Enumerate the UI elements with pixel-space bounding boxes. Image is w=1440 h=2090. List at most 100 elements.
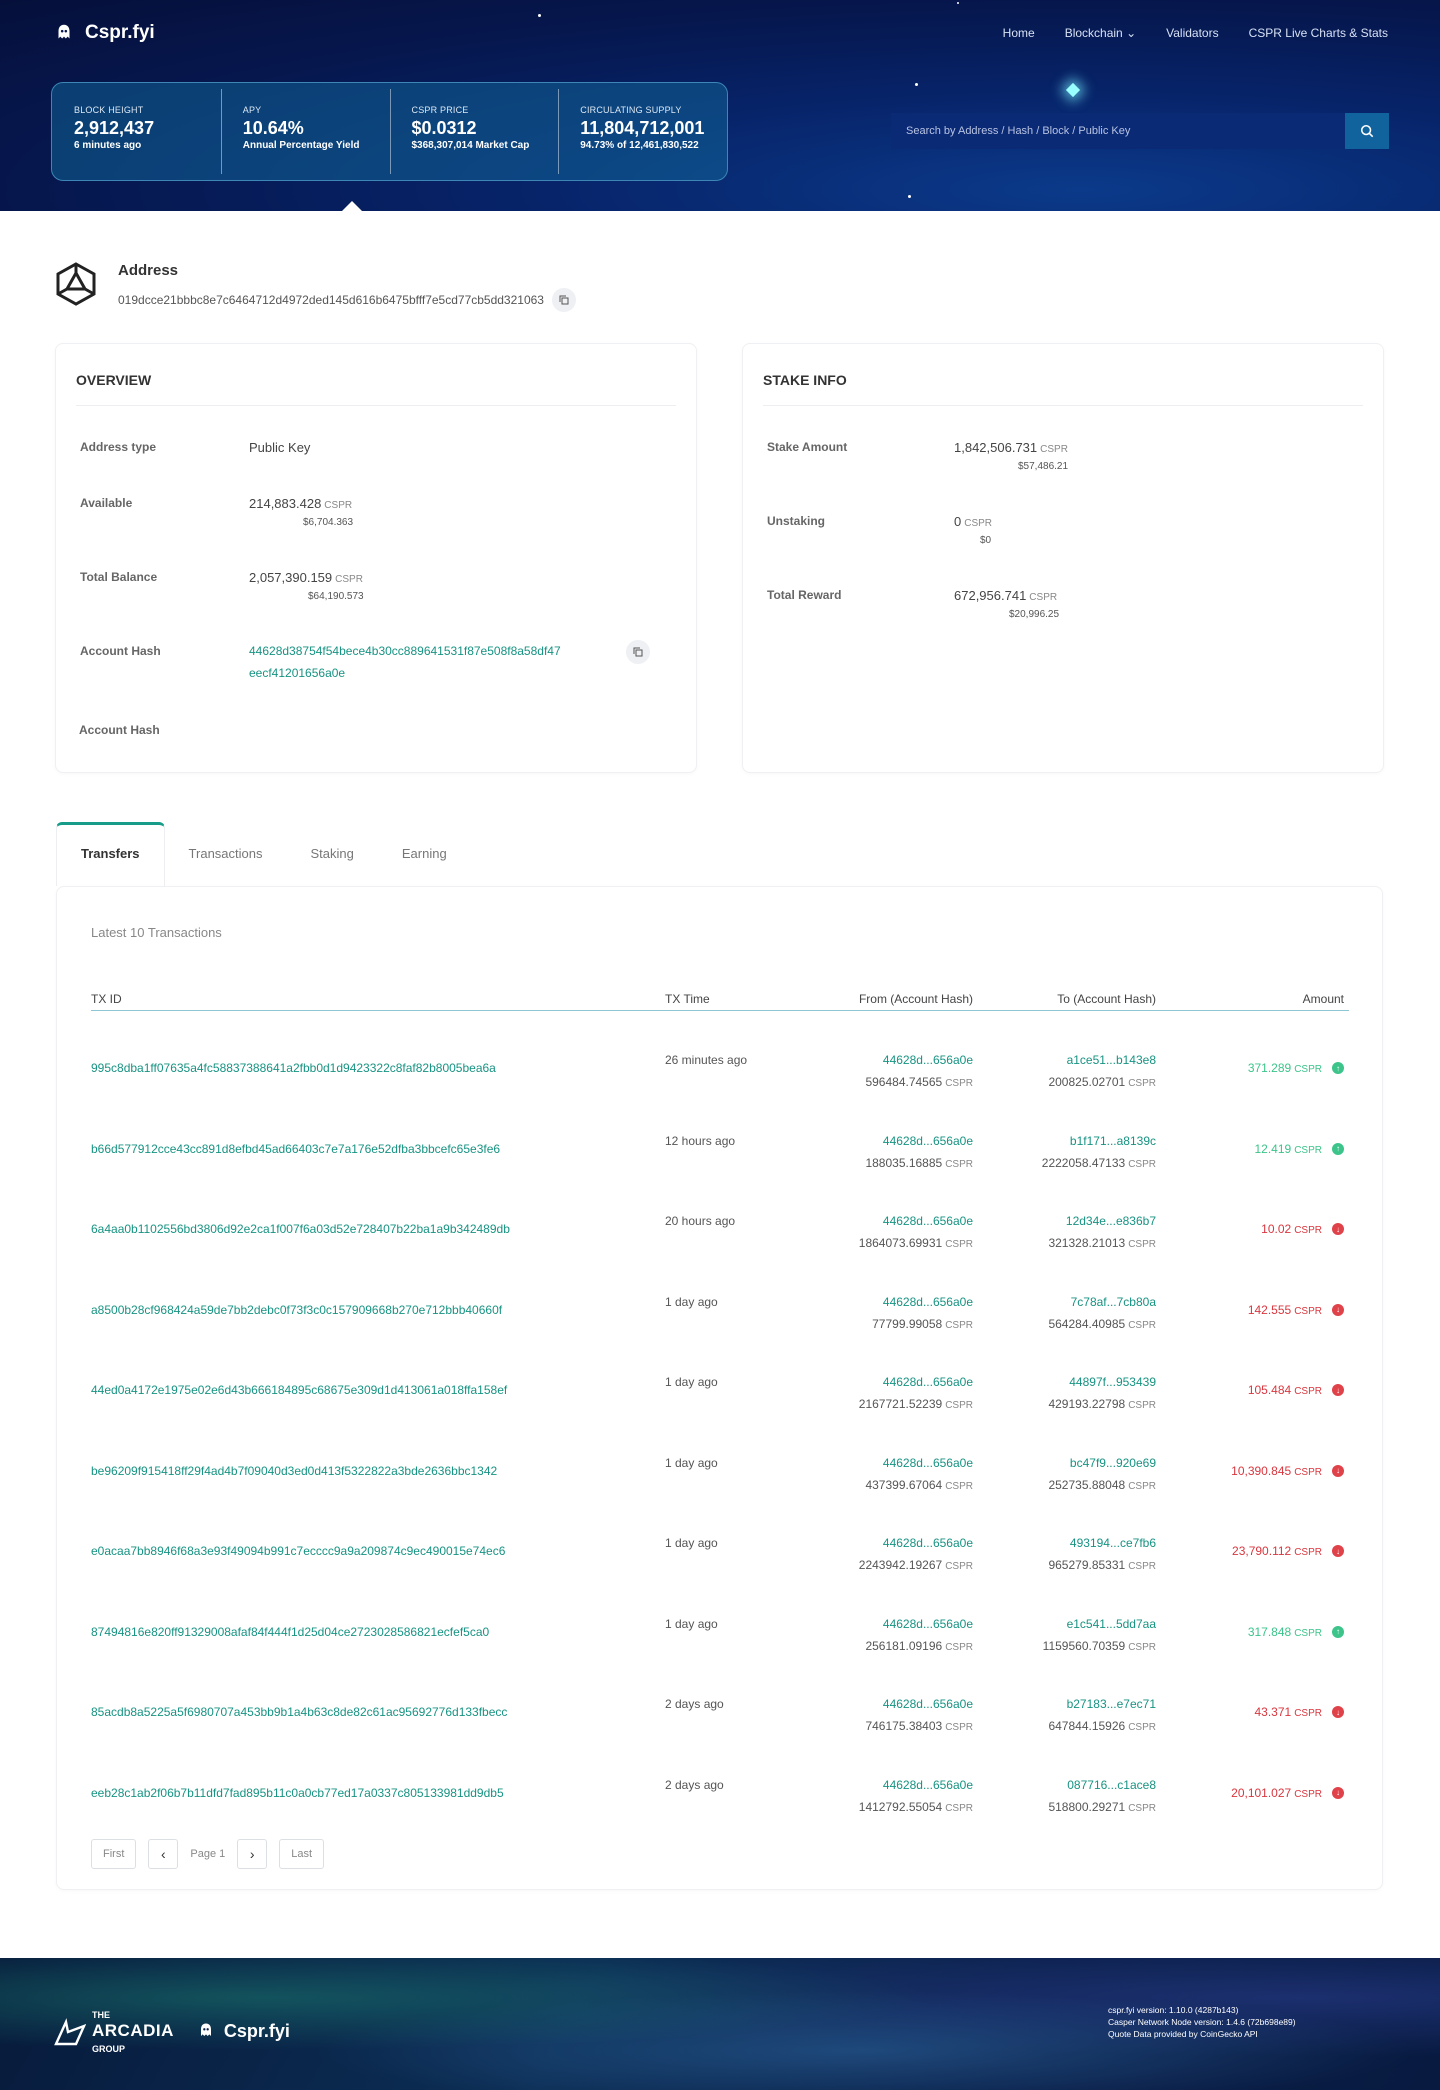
to-account-link[interactable]: 7c78af...7cb80a bbox=[1071, 1295, 1156, 1309]
to-balance: 965279.85331 bbox=[1048, 1558, 1126, 1572]
arcadia-name: ARCADIA bbox=[92, 2021, 174, 2040]
from-balance: 1412792.55054 bbox=[858, 1799, 943, 1814]
next-page-button[interactable]: › bbox=[237, 1839, 268, 1869]
unit-label: CSPR bbox=[945, 1239, 973, 1250]
from-account-link[interactable]: 44628d...656a0e bbox=[883, 1134, 973, 1148]
tx-time: 1 day ago bbox=[665, 1294, 718, 1309]
tx-amount: 10.02 CSPR ↓ bbox=[1261, 1222, 1344, 1236]
arrow-down-icon: ↓ bbox=[1332, 1706, 1344, 1718]
tx-amount: 105.484 CSPR ↓ bbox=[1248, 1383, 1344, 1397]
from-account-link[interactable]: 44628d...656a0e bbox=[883, 1375, 973, 1389]
nav-blockchain[interactable]: Blockchain ⌄ bbox=[1065, 26, 1136, 40]
stat-price: CSPR PRICE $0.0312 $368,307,014 Market C… bbox=[389, 83, 559, 180]
arrow-down-icon: ↓ bbox=[1332, 1223, 1344, 1235]
tx-time: 2 days ago bbox=[665, 1777, 724, 1792]
tx-id-link[interactable]: e0acaa7bb8946f68a3e93f49094b991c7ecccc9a… bbox=[91, 1544, 505, 1558]
from-account-link[interactable]: 44628d...656a0e bbox=[883, 1053, 973, 1067]
stake-usd: $57,486.21 bbox=[1018, 461, 1069, 472]
tx-id-link[interactable]: 995c8dba1ff07635a4fc58837388641a2fbb0d1d… bbox=[91, 1061, 496, 1075]
prev-page-button[interactable]: ‹ bbox=[148, 1839, 179, 1869]
to-balance: 564284.40985 bbox=[1048, 1316, 1126, 1331]
table-caption: Latest 10 Transactions bbox=[91, 925, 222, 940]
tab-staking[interactable]: Staking bbox=[286, 822, 377, 886]
arrow-up-icon: ↑ bbox=[1332, 1062, 1344, 1074]
tx-id-link[interactable]: 87494816e820ff91329008afaf84f444f1d25d04… bbox=[91, 1625, 489, 1639]
tx-id-link[interactable]: be96209f915418ff29f4ad4b7f09040d3ed0d413… bbox=[91, 1464, 497, 1478]
copy-account-hash-button[interactable] bbox=[626, 640, 650, 664]
tx-amount: 20,101.027 CSPR ↓ bbox=[1231, 1786, 1344, 1800]
unit-label: CSPR bbox=[1294, 1144, 1322, 1156]
to-account-link[interactable]: 44897f...953439 bbox=[1069, 1375, 1156, 1389]
tx-id-link[interactable]: 85acdb8a5225a5f6980707a453bb9b1a4b63c8de… bbox=[91, 1705, 507, 1719]
stake-info-card: STAKE INFO Stake Amount 1,842,506.731 CSP… bbox=[742, 343, 1384, 773]
amount-value: 105.484 bbox=[1247, 1383, 1292, 1397]
last-page-button[interactable]: Last bbox=[279, 1839, 325, 1869]
arrow-down-icon: ↓ bbox=[1332, 1303, 1344, 1316]
from-account-link[interactable]: 44628d...656a0e bbox=[883, 1456, 973, 1470]
tab-earning[interactable]: Earning bbox=[378, 822, 471, 886]
tx-to: 44897f...953439 429193.22798 CSPR bbox=[1048, 1375, 1156, 1411]
to-account-link[interactable]: b1f171...a8139c bbox=[1070, 1134, 1156, 1148]
tx-id-link[interactable]: a8500b28cf968424a59de7bb2debc0f73f3c0c15… bbox=[91, 1303, 502, 1317]
copy-public-key-button[interactable] bbox=[551, 288, 576, 312]
footer-brand-name: Cspr.fyi bbox=[223, 2020, 290, 2041]
col-time: TX Time bbox=[665, 992, 710, 1006]
to-account-link[interactable]: 12d34e...e836b7 bbox=[1066, 1214, 1156, 1228]
unit-label: CSPR bbox=[945, 1641, 973, 1653]
from-account-link[interactable]: 44628d...656a0e bbox=[883, 1295, 973, 1309]
stat-apy: APY 10.64% Annual Percentage Yield bbox=[220, 83, 390, 180]
unit-label: CSPR bbox=[1294, 1225, 1322, 1236]
table-row: b66d577912cce43cc891d8efbd45ad66403c7e7a… bbox=[91, 1124, 1349, 1180]
nav-charts[interactable]: CSPR Live Charts & Stats bbox=[1249, 26, 1388, 40]
unit-label: CSPR bbox=[1128, 1561, 1156, 1572]
stat-value: 10.64% bbox=[242, 118, 304, 138]
search-button[interactable] bbox=[1345, 113, 1389, 149]
first-page-button[interactable]: First bbox=[91, 1839, 137, 1869]
to-balance: 321328.21013 bbox=[1048, 1236, 1126, 1250]
arrow-down-icon: ↓ bbox=[1332, 1786, 1344, 1799]
account-hash-link[interactable]: 44628d38754f54bece4b30cc889641531f87e508… bbox=[249, 644, 561, 680]
tab-transactions[interactable]: Transactions bbox=[165, 822, 287, 886]
to-account-link[interactable]: 493194...ce7fb6 bbox=[1070, 1536, 1156, 1550]
tx-time: 1 day ago bbox=[665, 1455, 718, 1470]
to-account-link[interactable]: a1ce51...b143e8 bbox=[1067, 1053, 1156, 1067]
to-account-link[interactable]: 087716...c1ace8 bbox=[1067, 1778, 1156, 1792]
footer-brand-logo[interactable]: Cspr.fyi bbox=[196, 2021, 290, 2042]
copy-icon bbox=[633, 647, 643, 657]
brand-logo[interactable]: Cspr.fyi bbox=[53, 22, 155, 44]
arcadia-the: THE bbox=[92, 2010, 110, 2020]
stat-value: 2,912,437 bbox=[74, 118, 155, 138]
tx-from: 44628d...656a0e 188035.16885 CSPR bbox=[865, 1134, 973, 1170]
to-account-link[interactable]: e1c541...5dd7aa bbox=[1067, 1617, 1156, 1631]
to-account-link[interactable]: bc47f9...920e69 bbox=[1070, 1456, 1156, 1470]
tx-id-link[interactable]: eeb28c1ab2f06b7b11dfd7fad895b11c0a0cb77e… bbox=[91, 1786, 504, 1800]
arcadia-logo[interactable]: THE ARCADIA GROUP bbox=[54, 2006, 174, 2056]
unit-label: CSPR bbox=[1128, 1802, 1156, 1814]
to-balance: 429193.22798 bbox=[1048, 1397, 1126, 1411]
from-account-link[interactable]: 44628d...656a0e bbox=[883, 1697, 973, 1711]
from-account-link[interactable]: 44628d...656a0e bbox=[883, 1536, 973, 1550]
tx-id-link[interactable]: 44ed0a4172e1975e02e6d43b666184895c68675e… bbox=[91, 1383, 507, 1397]
search-input[interactable] bbox=[891, 113, 1345, 149]
table-row: eeb28c1ab2f06b7b11dfd7fad895b11c0a0cb77e… bbox=[91, 1768, 1349, 1824]
tx-amount: 12.419 CSPR ↑ bbox=[1255, 1142, 1344, 1156]
account-hash-line: 44628d38754f54bece4b30cc889641531f87e508… bbox=[249, 644, 561, 658]
tx-id-link[interactable]: 6a4aa0b1102556bd3806d92e2ca1f007f6a03d52… bbox=[91, 1222, 510, 1236]
nav-home[interactable]: Home bbox=[1003, 26, 1035, 40]
nav-validators[interactable]: Validators bbox=[1166, 26, 1218, 40]
from-balance: 746175.38403 bbox=[865, 1719, 943, 1733]
from-account-link[interactable]: 44628d...656a0e bbox=[883, 1214, 973, 1228]
table-row: be96209f915418ff29f4ad4b7f09040d3ed0d413… bbox=[91, 1446, 1349, 1502]
stat-label: BLOCK HEIGHT bbox=[74, 105, 144, 115]
from-account-link[interactable]: 44628d...656a0e bbox=[883, 1778, 973, 1792]
tx-id-link[interactable]: b66d577912cce43cc891d8efbd45ad66403c7e7a… bbox=[91, 1142, 500, 1156]
table-row: 6a4aa0b1102556bd3806d92e2ca1f007f6a03d52… bbox=[91, 1204, 1349, 1260]
ghost-logo-icon bbox=[200, 2023, 211, 2036]
unit-label: CSPR bbox=[1128, 1078, 1156, 1089]
tx-amount: 23,790.112 CSPR ↓ bbox=[1232, 1544, 1344, 1558]
tx-time: 1 day ago bbox=[665, 1536, 718, 1550]
tab-transfers[interactable]: Transfers bbox=[56, 822, 165, 886]
from-account-link[interactable]: 44628d...656a0e bbox=[883, 1617, 973, 1631]
to-account-link[interactable]: b27183...e7ec71 bbox=[1067, 1697, 1156, 1711]
unit-label: CSPR bbox=[1294, 1386, 1322, 1397]
